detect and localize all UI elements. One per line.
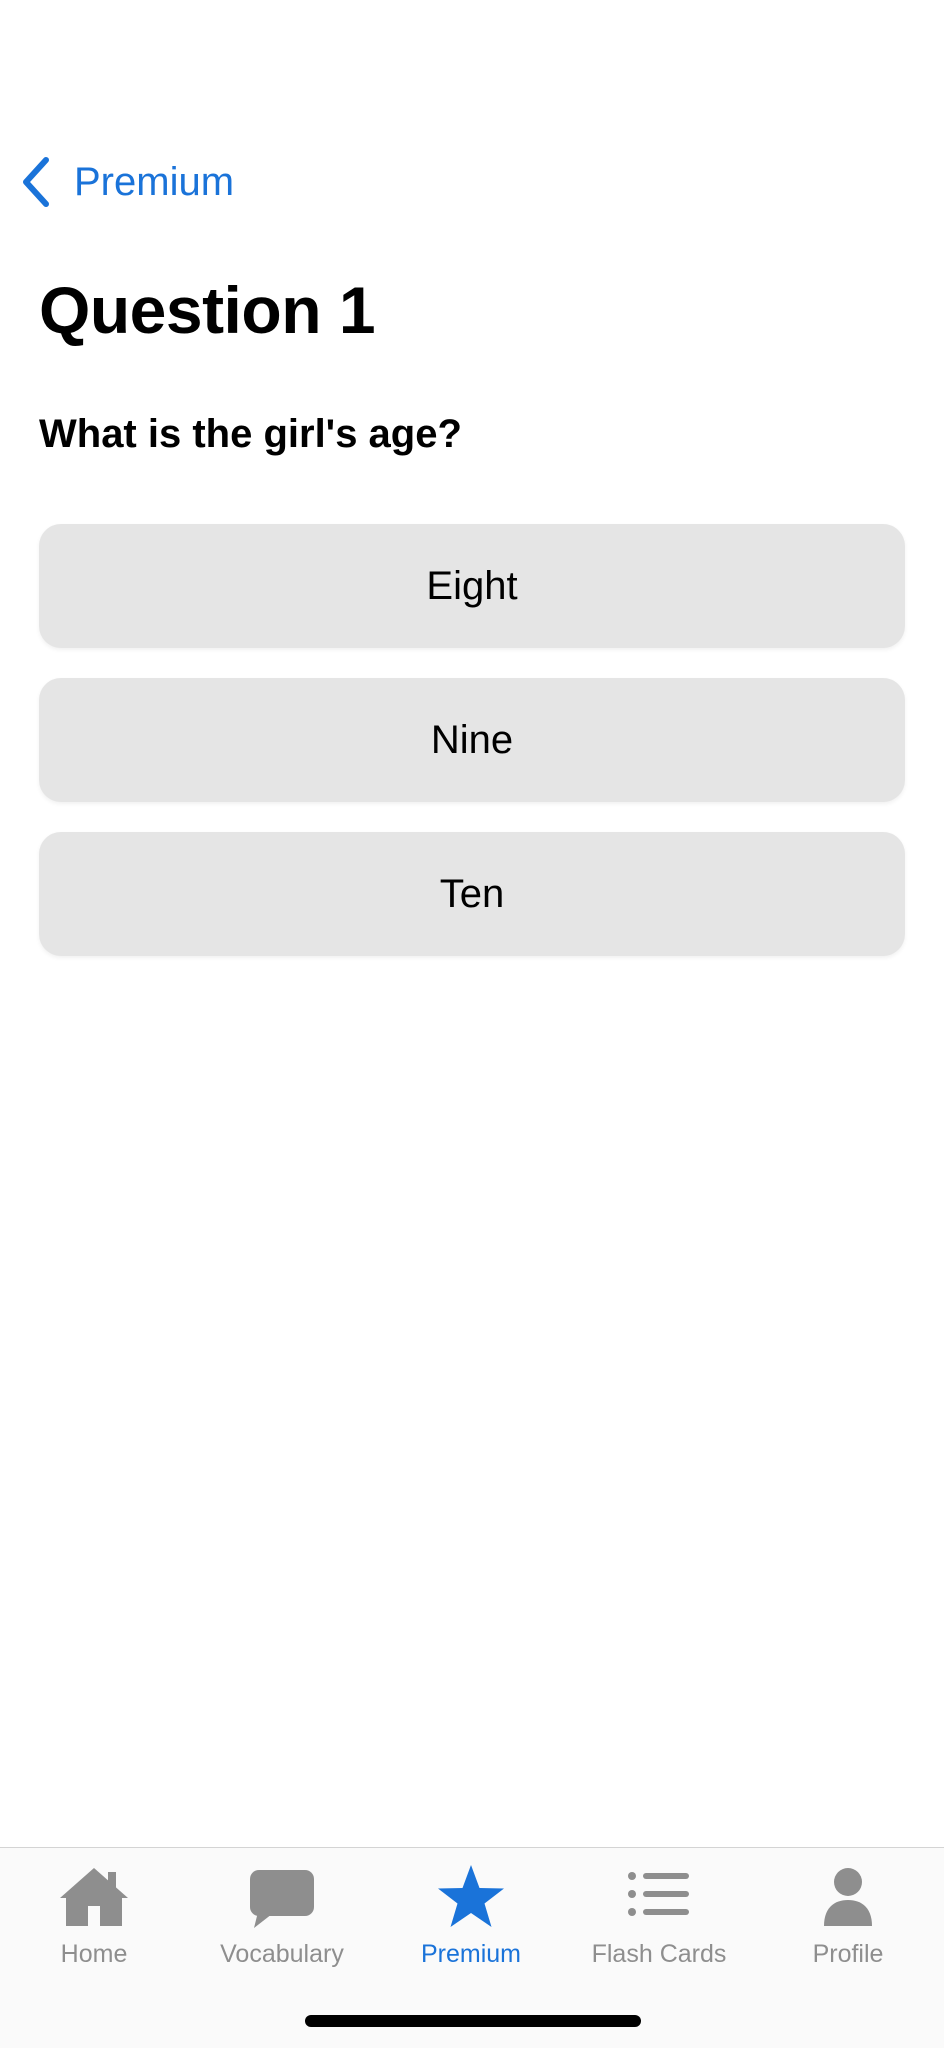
house-icon (60, 1868, 128, 1926)
tab-flash-cards[interactable]: Flash Cards (565, 1848, 753, 1978)
answer-list: Eight Nine Ten (39, 524, 905, 986)
answer-button-eight[interactable]: Eight (39, 524, 905, 648)
answer-button-ten[interactable]: Ten (39, 832, 905, 956)
star-icon (438, 1865, 504, 1927)
tab-home-label: Home (60, 1940, 128, 1968)
tab-vocabulary[interactable]: Vocabulary (188, 1848, 376, 1978)
answer-button-nine[interactable]: Nine (39, 678, 905, 802)
back-button-label: Premium (74, 159, 235, 204)
tab-premium[interactable]: Premium (377, 1848, 565, 1978)
tab-home[interactable]: Home (0, 1848, 188, 1978)
question-text: What is the girl's age? (39, 412, 462, 456)
tab-flash-cards-label: Flash Cards (591, 1940, 727, 1968)
chevron-left-icon (23, 157, 49, 207)
home-indicator (305, 2015, 641, 2027)
person-icon (824, 1868, 872, 1926)
speech-bubble-icon (250, 1870, 314, 1928)
page-title: Question 1 (39, 273, 376, 347)
back-button[interactable]: Premium (18, 150, 234, 214)
tab-profile[interactable]: Profile (754, 1848, 942, 1978)
list-icon (628, 1872, 689, 1916)
quiz-screen: Premium Question 1 What is the girl's ag… (0, 0, 944, 2048)
tab-profile-label: Profile (812, 1940, 884, 1968)
tab-vocabulary-label: Vocabulary (220, 1940, 344, 1968)
tab-premium-label: Premium (420, 1940, 521, 1968)
